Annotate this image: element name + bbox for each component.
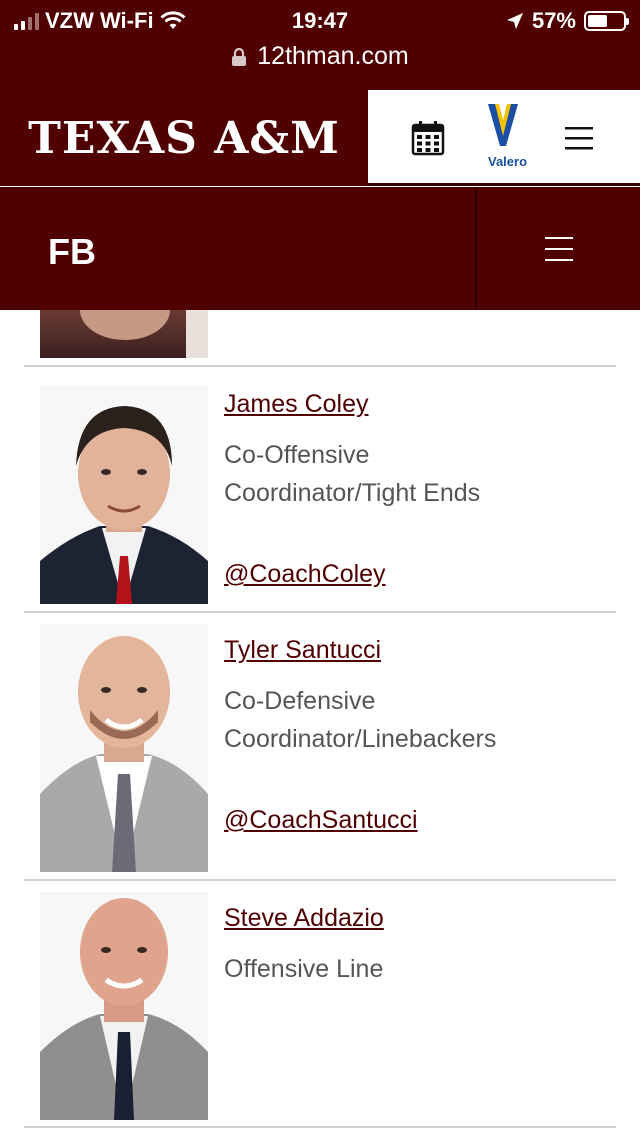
staff-title: Co-Offensive Coordinator/Tight Ends bbox=[224, 436, 624, 512]
portrait-icon bbox=[40, 892, 208, 1120]
sport-label[interactable]: FB bbox=[48, 231, 96, 273]
url-text: 12thman.com bbox=[257, 42, 409, 70]
staff-photo[interactable] bbox=[40, 386, 208, 604]
valero-label: Valero bbox=[488, 154, 528, 169]
list-divider bbox=[24, 611, 616, 613]
staff-name-link[interactable]: James Coley bbox=[224, 390, 369, 419]
url-bar[interactable]: 12thman.com bbox=[0, 42, 640, 71]
calendar-icon bbox=[411, 121, 445, 156]
status-right-group: 57% bbox=[506, 8, 629, 34]
staff-title-line: Coordinator/Linebackers bbox=[224, 725, 497, 753]
battery-icon bbox=[584, 11, 629, 31]
list-divider bbox=[24, 879, 616, 881]
staff-row: Steve Addazio Offensive Line bbox=[0, 892, 640, 1130]
staff-title-line: Coordinator/Tight Ends bbox=[224, 479, 481, 507]
staff-name-link[interactable]: Steve Addazio bbox=[224, 904, 384, 933]
texas-am-logo[interactable]: TEXAS A&M bbox=[0, 90, 368, 186]
portrait-icon bbox=[40, 386, 208, 604]
list-divider bbox=[24, 365, 616, 367]
brand-wordmark: TEXAS A&M bbox=[28, 112, 340, 164]
browser-top-bar: VZW Wi-Fi 19:47 57% 12thman.com bbox=[0, 0, 640, 90]
staff-title-line: Co-Offensive bbox=[224, 441, 370, 469]
hamburger-icon bbox=[565, 127, 593, 150]
hamburger-icon bbox=[544, 236, 573, 261]
staff-title: Offensive Line bbox=[224, 950, 624, 988]
portrait-icon bbox=[40, 624, 208, 872]
sport-menu-button[interactable] bbox=[477, 187, 640, 310]
staff-row: James Coley Co-Offensive Coordinator/Tig… bbox=[0, 378, 640, 614]
list-divider bbox=[24, 1126, 616, 1128]
staff-title-line: Co-Defensive bbox=[224, 687, 376, 715]
staff-title-line: Offensive Line bbox=[224, 955, 384, 983]
staff-twitter-link[interactable]: @CoachColey bbox=[224, 560, 386, 589]
staff-twitter-link[interactable]: @CoachSantucci bbox=[224, 806, 418, 835]
staff-photo[interactable] bbox=[40, 624, 208, 872]
valero-sponsor-logo[interactable] bbox=[480, 90, 530, 186]
staff-name-link[interactable]: Tyler Santucci bbox=[224, 636, 381, 665]
calendar-button[interactable] bbox=[408, 90, 448, 186]
valero-v-icon bbox=[488, 104, 518, 146]
sport-nav-bar: FB bbox=[0, 187, 640, 310]
location-arrow-icon bbox=[506, 13, 523, 29]
lock-icon bbox=[232, 47, 247, 66]
site-header: TEXAS A&M Valero bbox=[0, 90, 640, 186]
staff-title: Co-Defensive Coordinator/Linebackers bbox=[224, 682, 624, 758]
battery-percent: 57% bbox=[531, 8, 576, 33]
staff-photo[interactable] bbox=[40, 892, 208, 1120]
main-menu-button[interactable] bbox=[564, 90, 594, 186]
staff-photo-partial[interactable] bbox=[40, 310, 208, 358]
status-bar: VZW Wi-Fi 19:47 57% bbox=[0, 0, 640, 42]
header-tools: Valero bbox=[368, 90, 640, 186]
staff-row: Tyler Santucci Co-Defensive Coordinator/… bbox=[0, 624, 640, 880]
